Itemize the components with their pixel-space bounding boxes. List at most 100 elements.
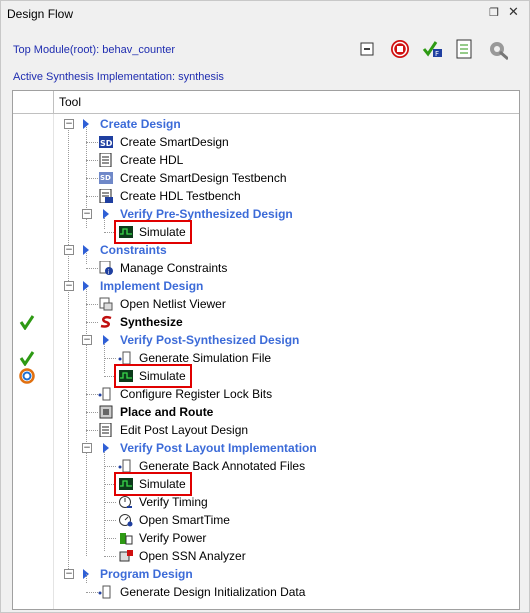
generate-file-icon bbox=[98, 387, 111, 401]
tree-row-configure-register-lock-bits[interactable]: Configure Register Lock Bits bbox=[13, 385, 519, 403]
tree-row-open-ssn-analyzer[interactable]: Open SSN Analyzer bbox=[13, 547, 519, 565]
category-label: Create Design bbox=[100, 117, 181, 131]
item-label: Synthesize bbox=[120, 315, 183, 329]
tool-column-header: Tool bbox=[59, 95, 82, 109]
tree-row-generate-back-annotated-files[interactable]: Generate Back Annotated Files bbox=[13, 457, 519, 475]
collapse-toggle[interactable]: − bbox=[64, 119, 74, 129]
tree-row-create-hdl-testbench[interactable]: Create HDL Testbench bbox=[13, 187, 519, 205]
item-label: Open SmartTime bbox=[139, 513, 230, 527]
tree-row-simulate-post-synth[interactable]: Simulate bbox=[13, 364, 519, 388]
hdl-file-icon bbox=[99, 153, 112, 167]
item-label: Create HDL bbox=[120, 153, 184, 167]
collapse-toggle[interactable]: − bbox=[64, 569, 74, 579]
close-icon[interactable]: ✕ bbox=[508, 4, 519, 20]
column-header: Tool bbox=[13, 91, 519, 114]
status-column-header bbox=[13, 91, 54, 113]
tree-row-verify-timing[interactable]: Verify Timing bbox=[13, 493, 519, 511]
item-label: Generate Design Initialization Data bbox=[120, 585, 306, 599]
tree-row-simulate-post-layout[interactable]: Simulate bbox=[13, 472, 519, 496]
report-icon[interactable] bbox=[453, 38, 475, 60]
expand-arrow-icon bbox=[83, 245, 89, 255]
constraints-icon: i bbox=[99, 261, 113, 275]
tree-row-generate-simulation-file[interactable]: Generate Simulation File bbox=[13, 349, 519, 367]
tree-row-verify-power[interactable]: Verify Power bbox=[13, 529, 519, 547]
tree-row-create-smartdesign[interactable]: SD Create SmartDesign bbox=[13, 133, 519, 151]
tree-row-implement-design[interactable]: − Implement Design bbox=[13, 277, 519, 295]
smartdesign-testbench-icon: SD bbox=[99, 172, 113, 184]
svg-text:SD: SD bbox=[100, 139, 113, 148]
item-label: Create SmartDesign Testbench bbox=[120, 171, 287, 185]
item-label: Manage Constraints bbox=[120, 261, 228, 275]
tree-row-manage-constraints[interactable]: i Manage Constraints bbox=[13, 259, 519, 277]
item-label: Open Netlist Viewer bbox=[120, 297, 226, 311]
ssn-analyzer-icon bbox=[119, 550, 133, 562]
item-label: Generate Back Annotated Files bbox=[139, 459, 306, 473]
smartdesign-icon: SD bbox=[99, 136, 113, 148]
top-module-label: Top Module(root): behav_counter bbox=[13, 44, 176, 56]
tree-row-verify-post-synthesized[interactable]: − Verify Post-Synthesized Design bbox=[13, 331, 519, 349]
check-icon bbox=[19, 351, 35, 366]
tree-row-synthesize[interactable]: Synthesize bbox=[13, 313, 519, 331]
synthesize-icon bbox=[100, 315, 112, 328]
expand-arrow-icon bbox=[103, 443, 109, 453]
item-label: Edit Post Layout Design bbox=[120, 423, 249, 437]
verify-power-icon bbox=[120, 533, 133, 545]
tree-row-create-smartdesign-testbench[interactable]: SD Create SmartDesign Testbench bbox=[13, 169, 519, 187]
collapse-toggle[interactable]: − bbox=[64, 245, 74, 255]
tree-row-generate-design-initialization-data[interactable]: Generate Design Initialization Data bbox=[13, 574, 519, 601]
category-label: Implement Design bbox=[100, 279, 204, 293]
netlist-viewer-icon bbox=[99, 297, 113, 311]
check-hdl-icon[interactable]: F bbox=[422, 38, 444, 60]
tree-row-open-smarttime[interactable]: Open SmartTime bbox=[13, 511, 519, 529]
restore-icon[interactable]: ❐ bbox=[489, 6, 499, 19]
svg-text:SD: SD bbox=[100, 174, 111, 182]
item-label: Configure Register Lock Bits bbox=[120, 387, 273, 401]
collapse-toggle[interactable]: − bbox=[82, 335, 92, 345]
item-label: Verify Timing bbox=[139, 495, 208, 509]
expand-arrow-icon bbox=[83, 281, 89, 291]
tree-row-constraints[interactable]: − Constraints bbox=[13, 241, 519, 259]
expand-arrow-icon bbox=[83, 119, 89, 129]
tree-row-create-hdl[interactable]: Create HDL bbox=[13, 151, 519, 169]
category-label: Program Design bbox=[100, 567, 193, 581]
expand-arrow-icon bbox=[103, 209, 109, 219]
edit-layout-icon bbox=[99, 423, 112, 437]
options-icon[interactable] bbox=[486, 38, 508, 60]
category-label: Verify Post-Synthesized Design bbox=[120, 333, 300, 347]
collapse-toggle[interactable]: − bbox=[82, 443, 92, 453]
item-label: Verify Power bbox=[139, 531, 207, 545]
item-label: Create SmartDesign bbox=[120, 135, 229, 149]
generate-file-icon bbox=[118, 459, 131, 473]
expand-arrow-icon bbox=[103, 335, 109, 345]
smarttime-icon bbox=[119, 514, 133, 527]
stop-icon[interactable] bbox=[389, 38, 411, 60]
generate-file-icon bbox=[118, 351, 131, 365]
tool-tree: Tool − Create Design SD Create SmartDesi… bbox=[12, 90, 520, 610]
tree-row-program-design[interactable]: − Program Design bbox=[13, 565, 519, 583]
svg-text:F: F bbox=[435, 50, 439, 58]
tree-row-open-netlist-viewer[interactable]: Open Netlist Viewer bbox=[13, 295, 519, 313]
check-icon bbox=[19, 315, 35, 330]
category-label: Constraints bbox=[100, 243, 167, 257]
title-bar: Design Flow ❐ ✕ bbox=[1, 1, 529, 27]
window-title: Design Flow bbox=[7, 7, 74, 21]
category-label: Verify Pre-Synthesized Design bbox=[120, 207, 293, 221]
item-label: Place and Route bbox=[120, 405, 214, 419]
tree-row-simulate-pre[interactable]: Simulate bbox=[13, 220, 519, 244]
hdl-testbench-icon bbox=[99, 189, 113, 203]
collapse-icon[interactable] bbox=[356, 38, 378, 60]
tree-row-create-design[interactable]: − Create Design bbox=[13, 115, 519, 133]
tree-row-edit-post-layout-design[interactable]: Edit Post Layout Design bbox=[13, 421, 519, 439]
running-status-icon bbox=[19, 368, 35, 384]
tree-row-place-and-route[interactable]: Place and Route bbox=[13, 403, 519, 421]
verify-timing-icon bbox=[119, 496, 132, 508]
collapse-toggle[interactable]: − bbox=[82, 209, 92, 219]
category-label: Verify Post Layout Implementation bbox=[120, 441, 317, 455]
item-label: Generate Simulation File bbox=[139, 351, 272, 365]
design-flow-window: Design Flow ❐ ✕ Top Module(root): behav_… bbox=[0, 0, 530, 613]
item-label: Open SSN Analyzer bbox=[139, 549, 246, 563]
tree-row-verify-post-layout[interactable]: − Verify Post Layout Implementation bbox=[13, 439, 519, 457]
tree-row-verify-pre-synthesized[interactable]: − Verify Pre-Synthesized Design bbox=[13, 205, 519, 223]
item-label: Create HDL Testbench bbox=[120, 189, 241, 203]
collapse-toggle[interactable]: − bbox=[64, 281, 74, 291]
